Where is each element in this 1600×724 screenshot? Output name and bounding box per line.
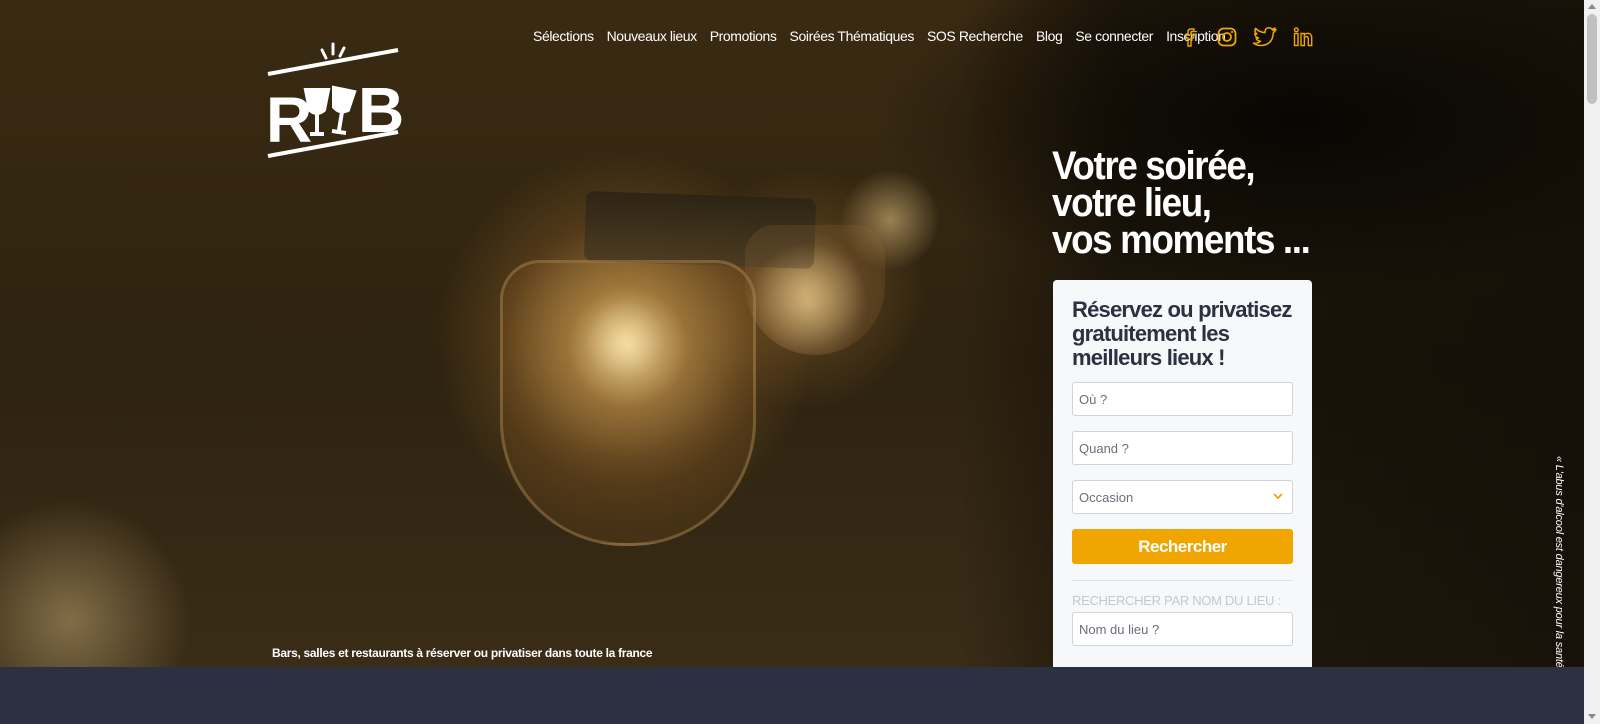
bottom-section <box>0 667 1584 724</box>
nav-item-nouveaux-lieux[interactable]: Nouveaux lieux <box>607 28 698 44</box>
card-divider <box>1072 580 1293 581</box>
venue-name-input[interactable]: Nom du lieu ? <box>1072 612 1293 646</box>
where-input[interactable]: Où ? <box>1072 382 1293 416</box>
hero-headline-line-1: Votre soirée, <box>1052 144 1256 188</box>
scrollbar-thumb[interactable] <box>1587 14 1597 104</box>
nav-item-blog[interactable]: Blog <box>1036 28 1063 44</box>
vertical-scrollbar[interactable] <box>1584 0 1600 724</box>
nav-item-sos-recherche[interactable]: SOS Recherche <box>927 28 1023 44</box>
scroll-up-arrow-icon[interactable] <box>1588 4 1596 9</box>
hero-headline-line-3: vos moments ... <box>1052 218 1311 262</box>
instagram-icon[interactable] <box>1216 26 1238 48</box>
search-card-title: Réservez ou privatisez gratuitement les … <box>1072 297 1292 370</box>
nav-item-soirees-thematiques[interactable]: Soirées Thématiques <box>790 28 915 44</box>
where-input-placeholder: Où ? <box>1079 391 1108 407</box>
venue-name-input-placeholder: Nom du lieu ? <box>1079 621 1160 637</box>
occasion-select-value: Occasion <box>1079 489 1134 505</box>
search-card: Réservez ou privatisez gratuitement les … <box>1053 280 1312 667</box>
search-button[interactable]: Rechercher <box>1072 529 1293 564</box>
lamp-glass-decoration-secondary <box>745 225 885 355</box>
nav-item-selections[interactable]: Sélections <box>533 28 594 44</box>
alcohol-disclaimer: « L'abus d'alcool est dangereux pour la … <box>1553 456 1565 680</box>
name-search-label: RECHERCHER PAR NOM DU LIEU : <box>1072 593 1281 608</box>
nav-item-promotions[interactable]: Promotions <box>710 28 777 44</box>
scroll-down-arrow-icon[interactable] <box>1588 714 1596 719</box>
occasion-select[interactable]: Occasion <box>1072 480 1293 514</box>
main-nav: Sélections Nouveaux lieux Promotions Soi… <box>533 28 1226 44</box>
social-links <box>1180 26 1314 48</box>
chevron-down-icon <box>1273 493 1283 500</box>
hero-headline-line-2: votre lieu, <box>1052 181 1212 225</box>
nav-item-se-connecter[interactable]: Se connecter <box>1075 28 1153 44</box>
when-input[interactable]: Quand ? <box>1072 431 1293 465</box>
twitter-icon[interactable] <box>1252 26 1278 48</box>
when-input-placeholder: Quand ? <box>1079 440 1129 456</box>
svg-text:B: B <box>358 74 404 146</box>
hero-tagline: Bars, salles et restaurants à réserver o… <box>272 646 653 660</box>
facebook-icon[interactable] <box>1180 26 1202 48</box>
linkedin-icon[interactable] <box>1292 26 1314 48</box>
hero-background <box>0 0 1584 667</box>
hero-headline: Votre soirée, votre lieu, vos moments ..… <box>1052 144 1311 262</box>
logo[interactable]: R B <box>266 40 408 160</box>
lamp-glass-decoration <box>500 260 756 546</box>
